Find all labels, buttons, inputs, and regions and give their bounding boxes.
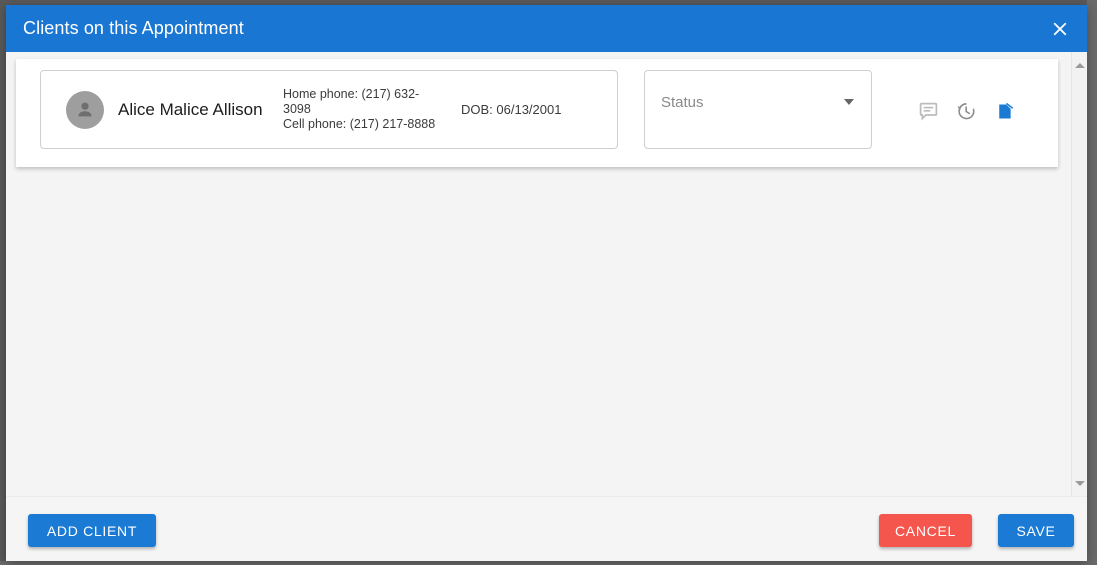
dialog-body: Alice Malice Allison Home phone: (217) 6…	[6, 52, 1087, 496]
history-icon	[957, 103, 975, 120]
client-name: Alice Malice Allison	[118, 100, 263, 119]
comment-button[interactable]	[916, 99, 940, 123]
clients-on-appointment-dialog: Clients on this Appointment Alice Malice…	[6, 5, 1087, 561]
dialog-footer: ADD CLIENT CANCEL SAVE	[6, 496, 1087, 561]
client-cell-phone: Cell phone: (217) 217-8888	[283, 117, 436, 131]
avatar	[66, 90, 104, 129]
client-list-panel: Alice Malice Allison Home phone: (217) 6…	[16, 59, 1058, 167]
client-row: Alice Malice Allison Home phone: (217) 6…	[16, 59, 1058, 167]
cancel-button[interactable]: CANCEL	[879, 514, 972, 547]
dialog-header: Clients on this Appointment	[6, 5, 1087, 52]
client-dob: DOB: 06/13/2001	[461, 102, 562, 117]
window-chrome: Clients on this Appointment Alice Malice…	[0, 0, 1097, 565]
scroll-up-arrow-icon	[1074, 63, 1085, 68]
person-avatar-icon	[78, 102, 92, 116]
history-button[interactable]	[954, 99, 978, 123]
close-button[interactable]	[1037, 5, 1083, 52]
client-info-card[interactable]: Alice Malice Allison Home phone: (217) 6…	[40, 70, 618, 149]
client-row-actions	[916, 99, 1016, 123]
client-home-phone: Home phone: (217) 632-3098	[283, 87, 420, 116]
chevron-down-icon	[844, 99, 854, 105]
document-icon	[998, 102, 1013, 118]
comment-icon	[919, 102, 937, 121]
client-contact-block: Home phone: (217) 632-3098 Cell phone: (…	[283, 87, 443, 132]
status-select-value: Status	[661, 94, 704, 111]
status-select[interactable]: Status	[644, 70, 872, 149]
scroll-up-button[interactable]	[1072, 57, 1087, 74]
scroll-down-button[interactable]	[1072, 475, 1087, 492]
save-button[interactable]: SAVE	[998, 514, 1074, 547]
add-client-button[interactable]: ADD CLIENT	[28, 514, 156, 547]
documents-button[interactable]	[992, 99, 1016, 123]
scroll-down-arrow-icon	[1074, 481, 1085, 486]
close-icon	[1053, 22, 1067, 35]
window-bottom-edge	[0, 561, 1097, 565]
body-scrollbar[interactable]	[1071, 52, 1087, 496]
window-right-edge	[1087, 0, 1097, 565]
dialog-title: Clients on this Appointment	[23, 18, 244, 38]
